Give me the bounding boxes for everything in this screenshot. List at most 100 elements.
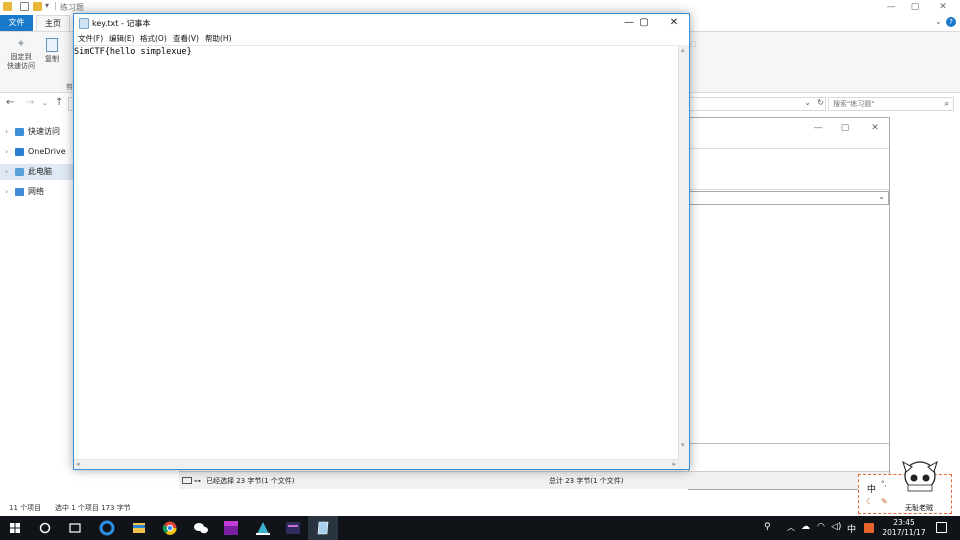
sidebar-item-onedrive[interactable]: › OneDrive: [0, 144, 74, 160]
chevron-down-icon[interactable]: ⌄: [878, 192, 885, 201]
sidebar-item-quick-access[interactable]: › 快速访问: [0, 124, 74, 140]
mascot-caption: 无耻老贼: [905, 504, 933, 512]
notepad-icon: [79, 18, 89, 29]
dialog-minimize-button[interactable]: —: [807, 122, 829, 134]
ide-app-icon[interactable]: [278, 516, 308, 540]
key-icon: ⊶: [194, 477, 201, 485]
network-icon: [15, 188, 24, 196]
input-method-icon[interactable]: [864, 523, 874, 533]
item-count: 11 个项目: [9, 504, 42, 512]
copy-button[interactable]: 复制: [42, 38, 62, 64]
menu-format[interactable]: 格式(O): [140, 33, 167, 44]
navigation-pane: › 快速访问 › OneDrive › 此电脑 › 网络: [0, 122, 74, 212]
system-clock[interactable]: 23:45 2017/11/17: [880, 518, 928, 538]
sidebar-item-label: 快速访问: [28, 127, 60, 136]
dialog-content: [689, 206, 889, 444]
chevron-right-icon[interactable]: ›: [5, 144, 8, 160]
wechat-icon[interactable]: [186, 516, 216, 540]
people-icon[interactable]: ⚲: [764, 522, 771, 532]
dialog-close-button[interactable]: ✕: [864, 122, 886, 134]
tab-home[interactable]: 主页: [36, 15, 70, 31]
volume-icon[interactable]: ◁): [831, 522, 841, 532]
ribbon-right-fragment: ⬚: [690, 40, 697, 48]
title-separator: |: [54, 1, 57, 10]
show-hidden-icons-chevron-up-icon[interactable]: ︿: [787, 522, 795, 533]
dialog-maximize-button[interactable]: ▢: [834, 122, 856, 134]
pin-to-quick-access-button[interactable]: ✦ 固定到 快速访问: [4, 38, 38, 71]
new-folder-icon[interactable]: [33, 2, 42, 11]
clock-date: 2017/11/17: [882, 528, 926, 537]
explorer-titlebar: ▾ | 练习题 — ▢ ✕: [0, 0, 960, 14]
address-dropdown-icon[interactable]: ⌄: [804, 98, 811, 107]
notepad-taskbar-icon[interactable]: [308, 516, 338, 540]
chevron-right-icon[interactable]: ›: [5, 184, 8, 200]
sidebar-item-label: 网络: [28, 187, 44, 196]
scroll-up-icon[interactable]: ▴: [681, 46, 685, 54]
notepad-menubar: 文件(F) 编辑(E) 格式(O) 查看(V) 帮助(H): [74, 32, 689, 45]
scrollbar-corner: [678, 459, 689, 469]
help-icon[interactable]: ?: [946, 17, 956, 27]
sidebar-item-this-pc[interactable]: › 此电脑: [0, 164, 74, 180]
explorer-maximize-button[interactable]: ▢: [904, 1, 926, 13]
chevron-right-icon[interactable]: ›: [5, 164, 8, 180]
cloud-sync-icon[interactable]: ☁: [801, 522, 810, 532]
forward-icon[interactable]: →: [26, 97, 34, 108]
background-dialog-window: — ▢ ✕ ⌄ ⊶ 已经选择 23 字节(1 个文件) 总计 23 字节(1 个…: [179, 117, 890, 490]
tab-file[interactable]: 文件: [0, 15, 33, 31]
refresh-icon[interactable]: ↻: [817, 98, 824, 107]
clipboard-group-label: 剪: [66, 83, 73, 91]
recent-locations-icon[interactable]: ⌄: [42, 99, 48, 107]
scroll-down-icon[interactable]: ▾: [681, 441, 685, 449]
punctuation-icon: °,: [881, 480, 887, 488]
ime-indicator[interactable]: 中: [847, 522, 856, 535]
wrench-icon: ✎: [881, 497, 888, 506]
explorer-close-button[interactable]: ✕: [932, 1, 954, 13]
search-input[interactable]: 搜索"练习题" ⌕: [828, 97, 954, 111]
sidebar-item-network[interactable]: › 网络: [0, 184, 74, 200]
cortana-icon[interactable]: [30, 516, 60, 540]
tool-app-icon[interactable]: [248, 516, 278, 540]
text-editor-area[interactable]: SimCTF{hello simplexue}: [74, 45, 678, 460]
wifi-icon[interactable]: ◠: [817, 522, 825, 532]
file-explorer-taskbar-icon[interactable]: [124, 516, 154, 540]
edge-browser-icon[interactable]: [92, 516, 122, 540]
selected-bytes: 已经选择 23 字节(1 个文件): [206, 477, 295, 485]
dialog-dropdown[interactable]: ⌄: [689, 191, 889, 205]
maximize-button[interactable]: ▢: [629, 14, 659, 32]
scroll-left-icon[interactable]: ◂: [76, 460, 80, 468]
menu-view[interactable]: 查看(V): [173, 33, 199, 44]
pin-icon: ✦: [16, 37, 26, 50]
scroll-right-icon[interactable]: ▸: [672, 460, 676, 468]
horizontal-scrollbar[interactable]: ◂ ▸: [74, 459, 678, 469]
mascot-character-image: [902, 460, 938, 492]
vertical-scrollbar[interactable]: ▴ ▾: [678, 45, 689, 460]
notepad-title: key.txt - 记事本: [92, 19, 151, 28]
taskbar: ⚲ ︿ ☁ ◠ ◁) 中 23:45 2017/11/17: [0, 516, 960, 540]
task-view-icon[interactable]: [60, 516, 90, 540]
hex-editor-icon[interactable]: [216, 516, 246, 540]
dialog-status-bar: ⊶ 已经选择 23 字节(1 个文件) 总计 23 字节(1 个文件): [179, 471, 889, 489]
folder-icon: [3, 2, 12, 11]
search-icon: ⌕: [944, 99, 949, 108]
copy-label: 复制: [45, 55, 59, 63]
chevron-right-icon[interactable]: ›: [5, 124, 8, 140]
clock-time: 23:45: [893, 518, 915, 527]
action-center-icon[interactable]: [936, 522, 947, 533]
menu-help[interactable]: 帮助(H): [205, 33, 232, 44]
cloud-icon: [15, 148, 24, 156]
chrome-icon[interactable]: [155, 516, 185, 540]
notepad-window: key.txt - 记事本 — ▢ ✕ 文件(F) 编辑(E) 格式(O) 查看…: [73, 13, 690, 470]
menu-file[interactable]: 文件(F): [78, 33, 103, 44]
copy-icon: [46, 38, 58, 52]
back-icon[interactable]: ←: [6, 97, 14, 108]
explorer-minimize-button[interactable]: —: [880, 1, 902, 13]
windows-start-icon[interactable]: [0, 516, 30, 540]
properties-icon[interactable]: [20, 2, 29, 11]
close-button[interactable]: ✕: [659, 14, 689, 32]
search-placeholder: 搜索"练习题": [833, 100, 875, 108]
ribbon-expand-icon[interactable]: ⌄: [935, 17, 942, 26]
up-icon[interactable]: ↑: [55, 97, 63, 108]
menu-edit[interactable]: 编辑(E): [109, 33, 135, 44]
ime-language-label: 中: [867, 485, 877, 495]
quick-access-dropdown-icon[interactable]: ▾: [45, 1, 49, 10]
